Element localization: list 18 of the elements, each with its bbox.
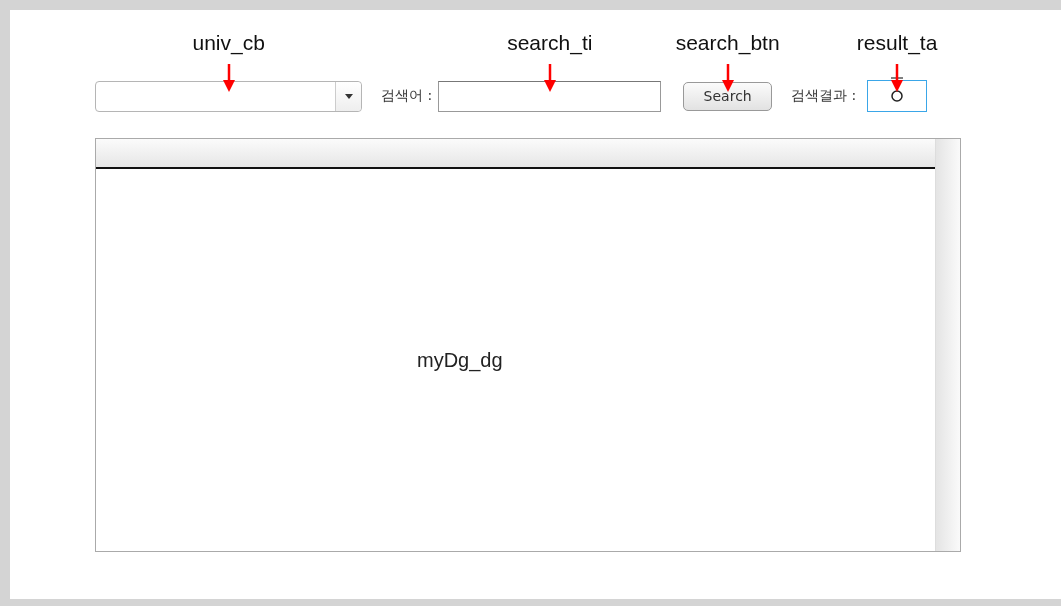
annotation-label: result_ta	[856, 31, 938, 55]
search-field[interactable]	[438, 80, 662, 112]
result-label: 검색결과 :	[791, 87, 857, 105]
caret-icon	[344, 93, 353, 99]
result-field[interactable]	[867, 80, 928, 112]
annotation-label: univ_cb	[192, 31, 265, 55]
arrow-icon	[721, 64, 734, 92]
arrow-icon	[222, 64, 235, 92]
arrow-icon	[543, 64, 556, 92]
dropdown-button[interactable]	[335, 81, 361, 111]
annotation-label: myDg_dg	[417, 349, 503, 372]
scrollbar[interactable]	[935, 139, 960, 551]
circle-cursor-icon	[890, 89, 905, 103]
arrow-icon	[891, 64, 904, 92]
annotation-label: search_ti	[507, 31, 593, 55]
search-button[interactable]: Search	[683, 81, 773, 111]
annotation-label: search_btn	[675, 31, 780, 55]
search-label: 검색어 :	[381, 87, 433, 105]
